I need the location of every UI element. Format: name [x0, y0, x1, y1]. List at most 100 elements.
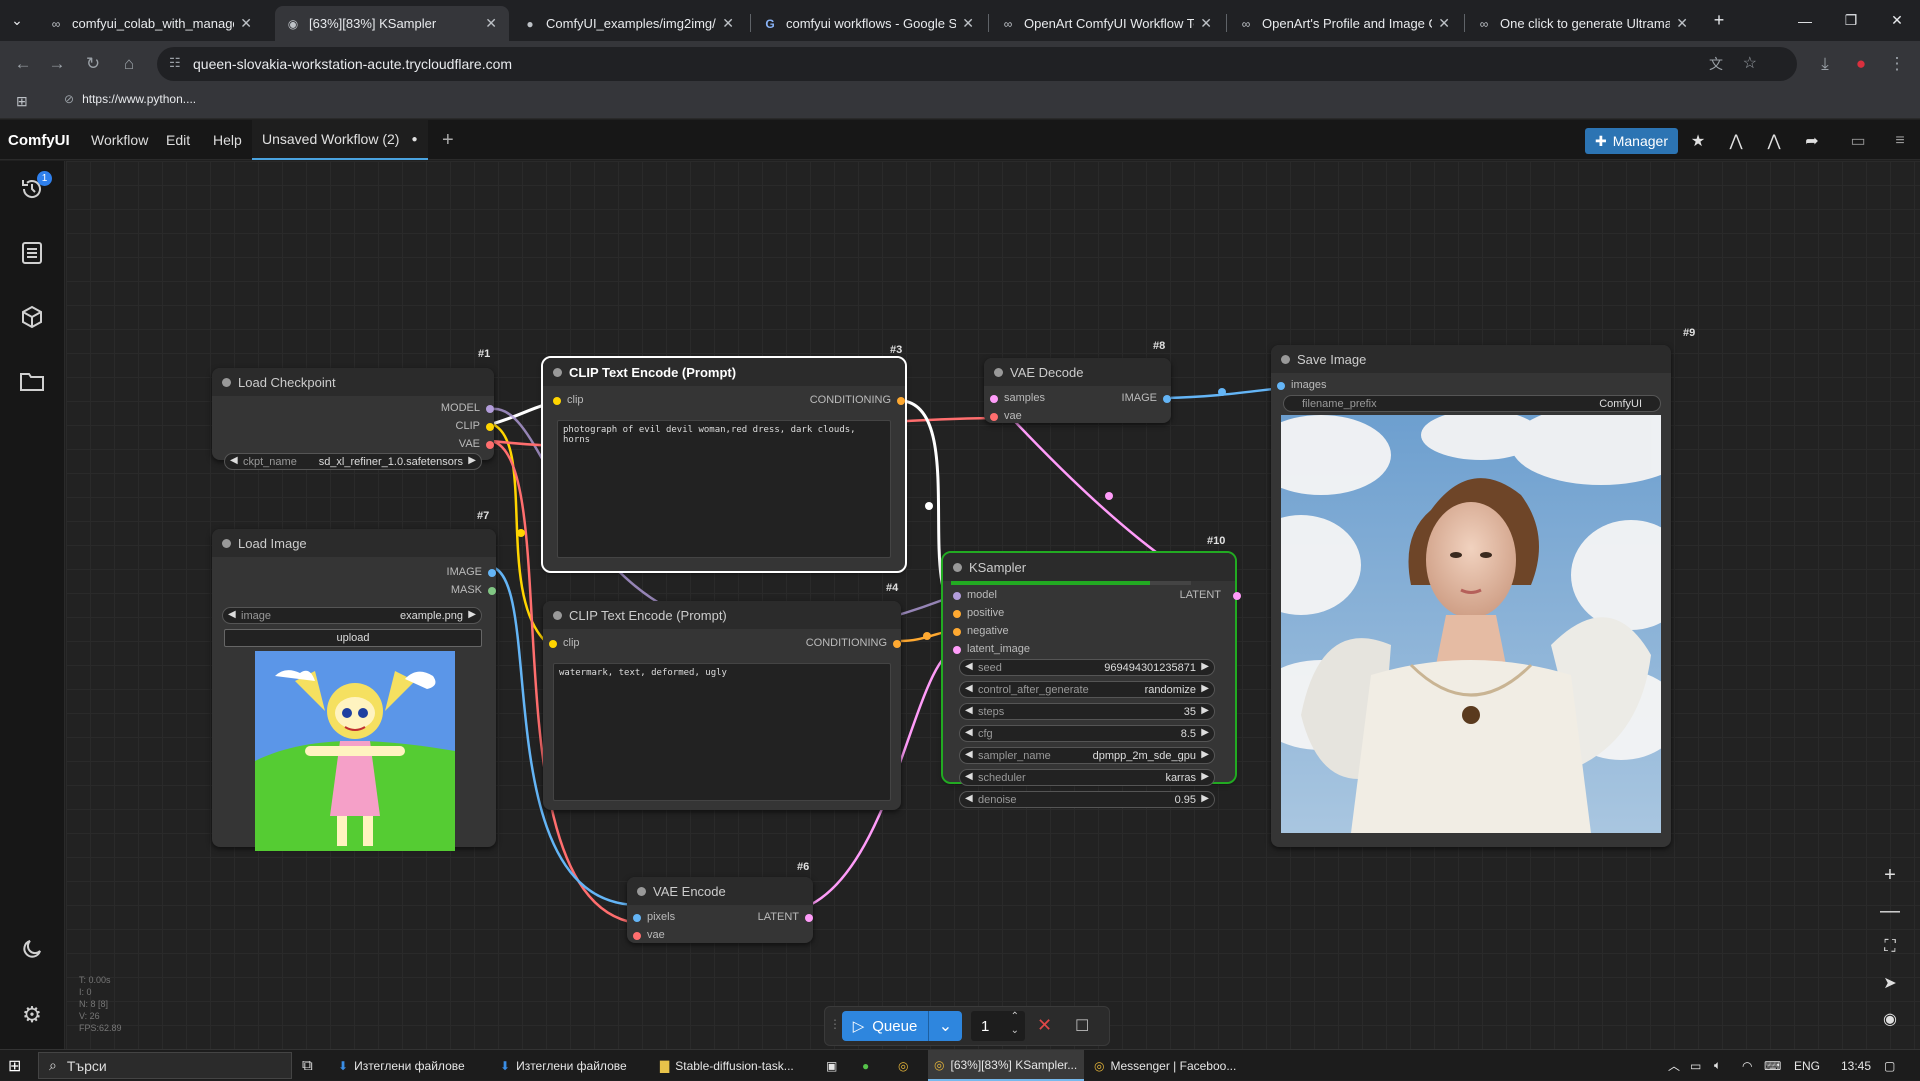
- close-tab-icon[interactable]: ✕: [722, 15, 734, 32]
- slot-dot[interactable]: [486, 423, 494, 431]
- steps-widget[interactable]: ◀ steps 35 ▶: [959, 703, 1215, 720]
- browser-tab[interactable]: ∞ comfyui_colab_with_manager.ip ✕: [38, 6, 264, 41]
- tray-chevron-icon[interactable]: ︿: [1668, 1050, 1680, 1081]
- language-indicator[interactable]: ENG: [1794, 1050, 1820, 1081]
- site-info-icon[interactable]: ☷: [169, 55, 181, 71]
- output-conditioning[interactable]: CONDITIONING: [741, 637, 901, 649]
- scheduler-widget[interactable]: ◀ scheduler karras ▶: [959, 769, 1215, 786]
- control-after-generate-widget[interactable]: ◀ control_after_generate randomize ▶: [959, 681, 1215, 698]
- input-vae[interactable]: vae: [990, 410, 1070, 422]
- output-image[interactable]: IMAGE: [1091, 392, 1171, 404]
- zoom-out-icon[interactable]: —: [1870, 893, 1910, 929]
- batch-count-input[interactable]: 1 ⌃ ⌄: [971, 1011, 1025, 1041]
- input-negative[interactable]: negative: [953, 625, 1043, 637]
- increment-arrow-icon[interactable]: ▶: [1201, 661, 1209, 672]
- close-tab-icon[interactable]: ✕: [962, 15, 974, 32]
- prompt-textarea[interactable]: photograph of evil devil woman,red dress…: [557, 420, 891, 558]
- toggle-link-visibility-icon[interactable]: ◉: [1870, 1001, 1910, 1037]
- close-window-icon[interactable]: ✕: [1874, 0, 1920, 41]
- wifi-icon[interactable]: ◠: [1742, 1050, 1752, 1081]
- decrement-arrow-icon[interactable]: ◀: [965, 705, 973, 716]
- browser-tab[interactable]: G comfyui workflows - Google Se ✕: [752, 6, 986, 41]
- fit-view-icon[interactable]: ⛶: [1870, 929, 1910, 965]
- extension-icon[interactable]: ●: [1846, 49, 1876, 79]
- input-images[interactable]: images: [1277, 379, 1367, 391]
- slot-dot[interactable]: [488, 569, 496, 577]
- close-tab-icon[interactable]: ✕: [1438, 15, 1450, 32]
- theme-toggle-icon[interactable]: [14, 931, 50, 967]
- node-clip-text-encode-negative[interactable]: CLIP Text Encode (Prompt) clip CONDITION…: [543, 601, 901, 810]
- slot-dot[interactable]: [805, 914, 813, 922]
- stop-queue-icon[interactable]: ☐: [1075, 1016, 1089, 1036]
- address-bar[interactable]: ☷ queen-slovakia-workstation-acute.trycl…: [157, 47, 1797, 81]
- start-icon[interactable]: ⊞: [8, 1050, 30, 1081]
- upload-button[interactable]: upload: [224, 629, 482, 647]
- output-latent[interactable]: LATENT: [723, 911, 813, 923]
- battery-icon[interactable]: ▭: [1690, 1050, 1701, 1081]
- slot-dot[interactable]: [893, 640, 901, 648]
- bookmark-star-icon[interactable]: ☆: [1743, 53, 1757, 73]
- increment-icon[interactable]: ⌃: [1011, 1011, 1019, 1022]
- slot-dot[interactable]: [549, 640, 557, 648]
- menu-help[interactable]: Help: [213, 120, 242, 160]
- slot-dot[interactable]: [633, 914, 641, 922]
- bookmark-item[interactable]: ⊘ https://www.python....: [64, 92, 196, 106]
- node-library-icon[interactable]: [14, 235, 50, 271]
- increment-arrow-icon[interactable]: ▶: [1201, 749, 1209, 760]
- decrement-arrow-icon[interactable]: ◀: [965, 727, 973, 738]
- browser-tab[interactable]: ∞ OpenArt's Profile and Image Ga ✕: [1228, 6, 1462, 41]
- taskbar-item[interactable]: ▇ Stable-diffusion-task...: [660, 1050, 794, 1081]
- browser-menu-icon[interactable]: ⋮: [1882, 49, 1912, 79]
- increment-arrow-icon[interactable]: ▶: [1201, 771, 1209, 782]
- node-clip-text-encode-positive[interactable]: CLIP Text Encode (Prompt) clip CONDITION…: [541, 356, 907, 573]
- increment-arrow-icon[interactable]: ▶: [468, 455, 476, 466]
- back-icon[interactable]: ←: [8, 49, 38, 79]
- input-samples[interactable]: samples: [990, 392, 1070, 404]
- share-image-icon[interactable]: ⋀: [1758, 128, 1790, 154]
- output-conditioning[interactable]: CONDITIONING: [745, 394, 905, 406]
- notifications-icon[interactable]: ▢: [1884, 1050, 1895, 1081]
- output-vae[interactable]: VAE: [354, 438, 494, 450]
- input-positive[interactable]: positive: [953, 607, 1043, 619]
- new-tab-icon[interactable]: +: [1702, 0, 1736, 41]
- slot-dot[interactable]: [488, 587, 496, 595]
- translate-icon[interactable]: 文: [1709, 54, 1723, 74]
- keyboard-icon[interactable]: ⌨: [1764, 1050, 1781, 1081]
- decrement-arrow-icon[interactable]: ◀: [228, 609, 236, 620]
- slot-dot[interactable]: [1233, 592, 1241, 600]
- decrement-arrow-icon[interactable]: ◀: [965, 793, 973, 804]
- settings-gear-icon[interactable]: ⚙: [14, 997, 50, 1033]
- slot-dot[interactable]: [990, 395, 998, 403]
- increment-arrow-icon[interactable]: ▶: [1201, 683, 1209, 694]
- output-model[interactable]: MODEL: [354, 402, 494, 414]
- menu-edit[interactable]: Edit: [166, 120, 190, 160]
- minimize-icon[interactable]: —: [1782, 0, 1828, 41]
- ckpt-name-widget[interactable]: ◀ ckpt_name sd_xl_refiner_1.0.safetensor…: [224, 453, 482, 470]
- chrome-app-icon[interactable]: ◎: [898, 1050, 918, 1081]
- home-icon[interactable]: ⌂: [114, 49, 144, 79]
- decrement-arrow-icon[interactable]: ◀: [965, 771, 973, 782]
- decrement-arrow-icon[interactable]: ◀: [965, 683, 973, 694]
- slot-dot[interactable]: [1277, 382, 1285, 390]
- manager-button[interactable]: ✚ Manager: [1585, 128, 1678, 154]
- node-vae-decode[interactable]: VAE Decode samples vae IMAGE: [984, 358, 1171, 423]
- queue-button[interactable]: ▷ Queue: [842, 1011, 928, 1041]
- queue-mode-dropdown-icon[interactable]: ⌄: [928, 1011, 962, 1041]
- increment-arrow-icon[interactable]: ▶: [1201, 705, 1209, 716]
- input-clip[interactable]: clip: [553, 394, 653, 406]
- media-app-icon[interactable]: ▣: [826, 1050, 846, 1081]
- input-clip[interactable]: clip: [549, 637, 649, 649]
- browser-tab[interactable]: ∞ OpenArt ComfyUI Workflow Te ✕: [990, 6, 1224, 41]
- taskbar-item-active[interactable]: ◎ [63%][83%] KSampler...: [928, 1050, 1084, 1081]
- cfg-widget[interactable]: ◀ cfg 8.5 ▶: [959, 725, 1215, 742]
- node-vae-encode[interactable]: VAE Encode pixels vae LATENT: [627, 877, 813, 943]
- decrement-arrow-icon[interactable]: ◀: [965, 661, 973, 672]
- taskbar-item[interactable]: ◎ Messenger | Faceboo...: [1090, 1050, 1240, 1081]
- share-icon[interactable]: ➦: [1796, 128, 1828, 154]
- restore-icon[interactable]: ❐: [1828, 0, 1874, 41]
- taskbar-item[interactable]: ⬇ Изтеглени файлове: [500, 1050, 627, 1081]
- drag-handle-icon[interactable]: ⋮: [829, 1017, 841, 1031]
- slot-dot[interactable]: [990, 413, 998, 421]
- volume-icon[interactable]: 🔈︎: [1714, 1050, 1721, 1081]
- comfy-logo[interactable]: ComfyUI: [8, 120, 70, 160]
